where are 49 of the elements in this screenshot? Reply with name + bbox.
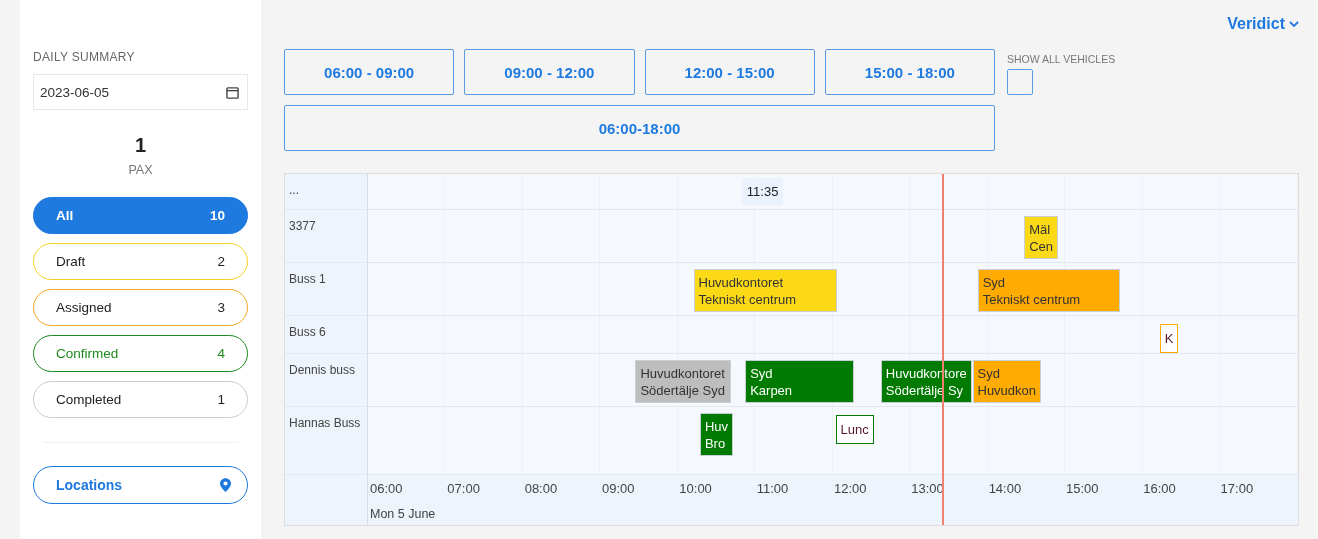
map-pin-icon	[220, 478, 231, 492]
hour-label: 10:00	[679, 481, 713, 498]
account-menu[interactable]: Veridict	[1227, 10, 1299, 38]
pax-label: PAX	[128, 163, 153, 177]
locations-button[interactable]: Locations	[33, 466, 248, 504]
time-range-button[interactable]: 09:00 - 12:00	[464, 49, 635, 95]
vehicle-name: Buss 6	[285, 316, 368, 353]
time-range-button[interactable]: 06:00-18:00	[284, 105, 995, 151]
vehicle-header: ...	[285, 174, 368, 209]
trip-block[interactable]: Huv Bro	[699, 413, 734, 456]
time-badge: 11:35	[741, 178, 784, 205]
status-filter[interactable]: Assigned 3	[33, 289, 248, 326]
status-filter[interactable]: All 10	[33, 197, 248, 234]
hour-label: 16:00	[1143, 481, 1177, 498]
trip-block[interactable]: Huvudkontoret Södertälje Syd	[635, 360, 731, 403]
hour-label: 11:00	[756, 481, 790, 498]
hour-label: 06:00	[370, 481, 404, 498]
trip-block[interactable]: Mäl Cen	[1024, 216, 1058, 259]
hour-label: 07:00	[447, 481, 481, 498]
trip-block[interactable]: Syd Huvudkon	[972, 360, 1042, 403]
break-block[interactable]: K	[1159, 324, 1179, 353]
break-block[interactable]: Lunc	[835, 415, 875, 444]
hour-label: 14:00	[988, 481, 1023, 498]
trip-block[interactable]: Syd Tekniskt centrum	[977, 269, 1120, 312]
show-all-vehicles-checkbox[interactable]	[1007, 69, 1033, 95]
vehicle-name: Buss 1	[285, 263, 368, 315]
hour-label: 12:00	[833, 481, 868, 498]
status-filter[interactable]: Confirmed 4	[33, 335, 248, 372]
trip-block[interactable]: Huvudkontoret Tekniskt centrum	[693, 269, 837, 312]
status-filter[interactable]: Completed 1	[33, 381, 248, 418]
show-all-vehicles-label: SHOW ALL VEHICLES	[1007, 53, 1116, 65]
time-range-button[interactable]: 06:00 - 09:00	[284, 49, 455, 95]
time-range-button[interactable]: 12:00 - 15:00	[644, 49, 815, 95]
summary-title: DAILY SUMMARY	[33, 50, 136, 64]
hour-label: 15:00	[1065, 481, 1100, 498]
date-label: Mon 5 June	[370, 506, 436, 523]
date-field[interactable]: 2023-06-05	[33, 74, 248, 110]
vehicle-name: 3377	[285, 210, 368, 262]
vehicle-name: Hannas Buss	[285, 407, 368, 474]
chevron-down-icon	[1289, 20, 1299, 28]
hour-label: 17:00	[1220, 481, 1255, 498]
status-filter[interactable]: Draft 2	[33, 243, 248, 280]
hour-label: 09:00	[602, 481, 636, 498]
hour-label: 08:00	[524, 481, 559, 498]
time-range-button[interactable]: 15:00 - 18:00	[824, 49, 995, 95]
pax-count: 1	[134, 134, 147, 157]
trip-block[interactable]: Syd Karpen	[745, 360, 854, 403]
calendar-icon	[226, 85, 239, 99]
vehicle-name: Dennis buss	[285, 354, 368, 406]
